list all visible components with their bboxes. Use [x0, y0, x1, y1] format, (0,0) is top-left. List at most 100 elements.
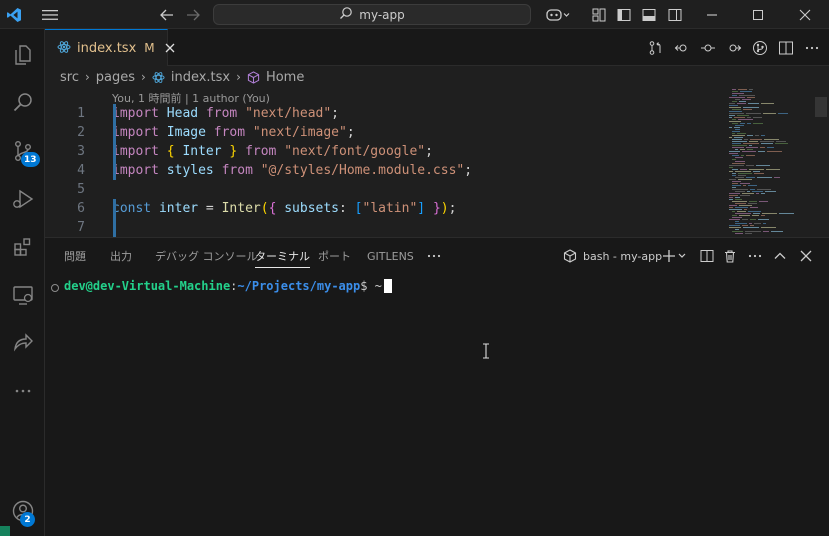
code-line[interactable]: 4 import styles from "@/styles/Home.modul… [45, 161, 725, 180]
terminal-cwd: ~/Projects/my-app [237, 279, 361, 293]
code-line[interactable]: 3 import { Inter } from "next/font/google… [45, 142, 725, 161]
code-line[interactable]: 5 [45, 180, 725, 199]
tab-terminal[interactable]: ターミナル [255, 238, 310, 274]
code-line[interactable]: 1 import Head from "next/head"; [45, 104, 725, 123]
minimap-line [743, 227, 759, 228]
forward-arrow-icon[interactable] [183, 0, 203, 29]
next-change-icon[interactable] [725, 39, 743, 57]
menu-icon[interactable] [38, 0, 62, 29]
minimap-line [732, 133, 735, 134]
minimap[interactable] [727, 87, 811, 237]
copilot-icon[interactable] [543, 0, 573, 29]
minimap-line [729, 207, 733, 208]
minimap-line [747, 135, 753, 136]
react-file-icon [152, 71, 165, 84]
terminal[interactable]: dev@dev-Virtual-Machine: ~/Projects/my-ap… [45, 274, 829, 536]
remote-indicator[interactable] [0, 526, 10, 536]
minimap-line [746, 113, 761, 114]
line-number: 1 [77, 106, 85, 121]
code-line[interactable]: 6 const inter = Inter({ subsets: ["latin"… [45, 199, 725, 218]
minimap-line [765, 191, 776, 192]
minimap-line [771, 231, 783, 232]
breadcrumb-symbol[interactable]: Home [266, 70, 304, 85]
minimize-icon[interactable] [700, 0, 724, 29]
more-views-icon[interactable] [0, 369, 45, 413]
breadcrumb-src[interactable]: src [60, 70, 79, 85]
minimap-line [729, 97, 745, 98]
more-actions-icon[interactable] [803, 39, 821, 57]
tab-ports[interactable]: ポート [318, 238, 351, 274]
minimap-line [729, 117, 732, 118]
gitlens-icon[interactable] [751, 39, 769, 57]
minimap-line [737, 103, 746, 104]
minimap-line [735, 207, 748, 208]
command-decoration-icon [51, 284, 59, 292]
code-line[interactable]: 7 [45, 218, 725, 237]
kill-terminal-icon[interactable] [721, 247, 739, 265]
open-changes-icon[interactable] [647, 39, 665, 57]
modified-indicator: M [144, 41, 155, 55]
split-editor-icon[interactable] [777, 39, 795, 57]
live-share-icon[interactable] [0, 321, 45, 365]
breadcrumb-pages[interactable]: pages [96, 70, 135, 85]
close-tab-icon[interactable] [165, 43, 175, 53]
close-window-icon[interactable] [793, 0, 817, 29]
minimap-line [735, 125, 744, 126]
command-center-search[interactable]: my-app [213, 4, 531, 25]
minimap-line [732, 211, 735, 212]
extensions-icon[interactable] [0, 225, 45, 269]
vscode-logo-icon [0, 0, 28, 29]
react-file-icon [57, 40, 71, 57]
terminal-more-icon[interactable] [746, 247, 764, 265]
remote-explorer-icon[interactable] [0, 273, 45, 317]
terminal-selector[interactable]: bash - my-app [563, 238, 662, 274]
tab-problems[interactable]: 問題 [64, 238, 86, 274]
minimap-line [760, 147, 765, 148]
minimap-line [729, 171, 733, 172]
minimap-line [739, 101, 746, 102]
minimap-line [732, 139, 742, 140]
toggle-secondary-sidebar-icon[interactable] [666, 0, 684, 29]
close-panel-icon[interactable] [797, 247, 815, 265]
minimap-line [732, 163, 745, 164]
gutter-change-marker[interactable] [113, 199, 116, 237]
minimap-line [764, 139, 779, 140]
split-terminal-icon[interactable] [698, 247, 716, 265]
minimap-line [743, 109, 752, 110]
back-arrow-icon[interactable] [157, 0, 177, 29]
code-editor[interactable]: You, 1 時間前 | 1 author (You) 1 import Head… [45, 87, 829, 237]
minimap-line [776, 141, 786, 142]
editor-scrollbar[interactable] [815, 97, 827, 117]
minimap-line [749, 169, 764, 170]
tab-output[interactable]: 出力 [110, 238, 132, 274]
activity-bar: 13 2 [0, 29, 45, 536]
customize-layout-icon[interactable] [590, 0, 608, 29]
minimap-line [729, 107, 741, 108]
toggle-panel-icon[interactable] [640, 0, 658, 29]
minimap-line [753, 123, 763, 124]
search-view-icon[interactable] [0, 81, 45, 125]
panel-more-icon[interactable] [425, 247, 443, 265]
tab-gitlens[interactable]: GITLENS [367, 238, 414, 274]
minimap-line [761, 103, 774, 104]
source-control-icon[interactable]: 13 [0, 129, 45, 173]
maximize-panel-icon[interactable] [771, 247, 789, 265]
maximize-icon[interactable] [746, 0, 770, 29]
minimap-line [740, 183, 750, 184]
minimap-line [732, 187, 736, 188]
code-line[interactable]: 2 import Image from "next/image"; [45, 123, 725, 142]
tab-index-tsx[interactable]: index.tsx M [45, 29, 175, 66]
minimap-line [737, 211, 746, 212]
minimap-line [735, 213, 751, 214]
minimap-line [761, 135, 765, 136]
tab-debug-console[interactable]: デバッグ コンソール [155, 238, 258, 274]
new-terminal-icon[interactable] [661, 247, 689, 265]
gutter-change-marker[interactable] [113, 104, 116, 180]
terminal-user-host: dev@dev-Virtual-Machine [64, 279, 231, 293]
git-commit-icon[interactable] [699, 39, 717, 57]
explorer-icon[interactable] [0, 33, 45, 77]
breadcrumb-file[interactable]: index.tsx [171, 70, 230, 85]
toggle-primary-sidebar-icon[interactable] [615, 0, 633, 29]
previous-change-icon[interactable] [673, 39, 691, 57]
run-debug-icon[interactable] [0, 177, 45, 221]
